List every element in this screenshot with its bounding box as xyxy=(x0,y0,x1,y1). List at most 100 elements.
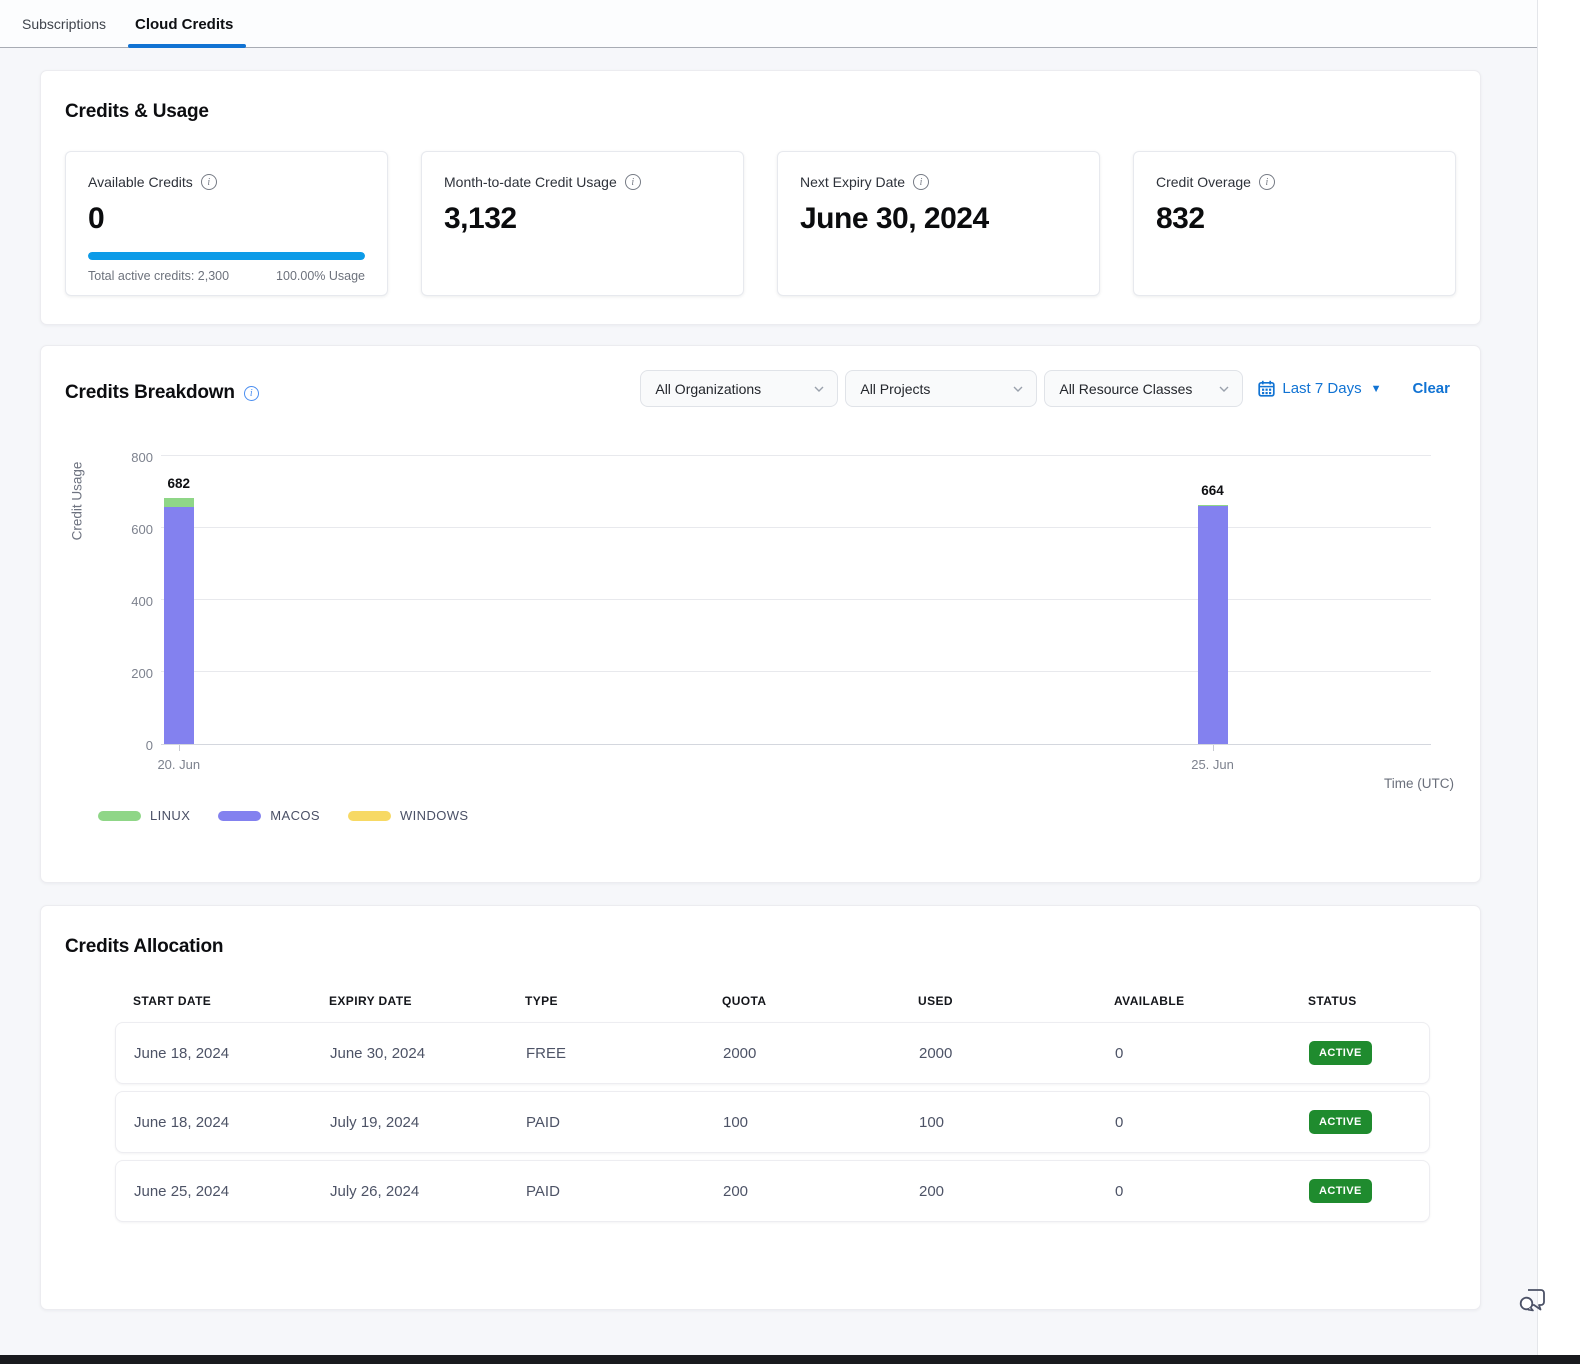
credits-progress-fill xyxy=(88,252,365,260)
gridline xyxy=(161,671,1431,672)
cell-expiry-date: July 26, 2024 xyxy=(330,1183,526,1200)
usage-percent: 100.00% Usage xyxy=(276,269,365,283)
y-tick-label: 800 xyxy=(101,450,153,465)
calendar-icon xyxy=(1258,380,1275,397)
col-status: STATUS xyxy=(1308,994,1430,1008)
credits-usage-title: Credits & Usage xyxy=(65,101,1456,123)
cell-start-date: June 25, 2024 xyxy=(134,1183,330,1200)
status-badge: ACTIVE xyxy=(1309,1041,1372,1065)
legend-swatch xyxy=(348,811,391,821)
x-tick-mark xyxy=(1213,745,1214,751)
bar-segment-linux xyxy=(164,498,194,507)
credits-usage-section: Credits & Usage Available Credits i 0 To… xyxy=(40,70,1481,325)
projects-select-value: All Projects xyxy=(860,381,930,397)
col-start-date: START DATE xyxy=(133,994,329,1008)
cell-type: FREE xyxy=(526,1045,723,1062)
stat-value: 3,132 xyxy=(444,202,721,236)
date-range-picker[interactable]: Last 7 Days ▼ xyxy=(1258,380,1381,397)
x-tick-mark xyxy=(179,745,180,751)
stat-card-next-expiry: Next Expiry Date i June 30, 2024 xyxy=(777,151,1100,296)
caret-down-icon: ▼ xyxy=(1371,383,1382,395)
info-icon[interactable]: i xyxy=(201,174,217,190)
table-row: June 25, 2024 July 26, 2024 PAID 200 200… xyxy=(115,1160,1430,1222)
legend-label: WINDOWS xyxy=(400,808,469,823)
cell-expiry-date: June 30, 2024 xyxy=(330,1045,526,1062)
resource-classes-select[interactable]: All Resource Classes xyxy=(1044,370,1243,407)
table-row: June 18, 2024 June 30, 2024 FREE 2000 20… xyxy=(115,1022,1430,1084)
credits-progress-bar xyxy=(88,252,365,260)
info-icon[interactable]: i xyxy=(625,174,641,190)
chart-x-axis-title: Time (UTC) xyxy=(1384,776,1454,791)
stat-label: Month-to-date Credit Usage xyxy=(444,174,617,190)
bar-25-jun[interactable] xyxy=(1198,505,1228,744)
gridline xyxy=(161,527,1431,528)
cell-start-date: June 18, 2024 xyxy=(134,1114,330,1131)
y-tick-label: 0 xyxy=(101,738,153,753)
bar-segment-macos xyxy=(1198,506,1228,744)
legend-item-windows[interactable]: WINDOWS xyxy=(348,808,469,823)
credits-breakdown-section: Credits Breakdown i All Organizations Al… xyxy=(40,345,1481,883)
active-tab-indicator xyxy=(128,44,246,48)
main-content-area: Subscriptions Cloud Credits Credits & Us… xyxy=(0,0,1537,1355)
cell-quota: 2000 xyxy=(723,1045,919,1062)
window-bottom-edge xyxy=(0,1355,1580,1364)
stat-card-available-credits: Available Credits i 0 Total active credi… xyxy=(65,151,388,296)
stat-value: June 30, 2024 xyxy=(800,202,1077,236)
cell-quota: 200 xyxy=(723,1183,919,1200)
organizations-select-value: All Organizations xyxy=(655,381,761,397)
status-badge: ACTIVE xyxy=(1309,1179,1372,1203)
organizations-select[interactable]: All Organizations xyxy=(640,370,838,407)
chart-plot: 68220. Jun66425. Jun xyxy=(161,457,1431,745)
stat-label: Available Credits xyxy=(88,174,193,190)
stat-value: 0 xyxy=(88,202,365,236)
credits-allocation-title: Credits Allocation xyxy=(65,936,1456,958)
stat-card-mtd-usage: Month-to-date Credit Usage i 3,132 xyxy=(421,151,744,296)
table-row: June 18, 2024 July 19, 2024 PAID 100 100… xyxy=(115,1091,1430,1153)
bar-total-label: 682 xyxy=(149,476,209,491)
col-quota: QUOTA xyxy=(722,994,918,1008)
x-tick-label: 20. Jun xyxy=(139,757,219,772)
total-active-credits: Total active credits: 2,300 xyxy=(88,269,229,283)
clear-filters-link[interactable]: Clear xyxy=(1412,380,1450,397)
stat-card-row: Available Credits i 0 Total active credi… xyxy=(65,151,1456,296)
info-icon[interactable]: i xyxy=(1259,174,1275,190)
chevron-down-icon xyxy=(1012,383,1024,395)
tab-bar: Subscriptions Cloud Credits xyxy=(0,0,1537,48)
legend-swatch xyxy=(98,811,141,821)
feedback-chat-button[interactable] xyxy=(1515,1282,1551,1318)
legend-item-macos[interactable]: MACOS xyxy=(218,808,320,823)
stat-label: Next Expiry Date xyxy=(800,174,905,190)
chevron-down-icon xyxy=(1218,383,1230,395)
right-gutter xyxy=(1537,0,1580,1355)
credits-allocation-table: START DATE EXPIRY DATE TYPE QUOTA USED A… xyxy=(115,994,1430,1222)
cell-available: 0 xyxy=(1115,1183,1309,1200)
y-tick-label: 600 xyxy=(101,522,153,537)
info-icon[interactable]: i xyxy=(244,386,259,401)
stat-label: Credit Overage xyxy=(1156,174,1251,190)
col-available: AVAILABLE xyxy=(1114,994,1308,1008)
gridline xyxy=(161,455,1431,456)
chart-y-axis-title: Credit Usage xyxy=(70,462,85,541)
cell-available: 0 xyxy=(1115,1045,1309,1062)
cell-start-date: June 18, 2024 xyxy=(134,1045,330,1062)
tab-subscriptions[interactable]: Subscriptions xyxy=(22,0,106,48)
chart-y-axis: 0200400600800 xyxy=(101,457,153,745)
tab-cloud-credits[interactable]: Cloud Credits xyxy=(135,0,233,48)
col-type: TYPE xyxy=(525,994,722,1008)
cell-used: 2000 xyxy=(919,1045,1115,1062)
y-tick-label: 200 xyxy=(101,666,153,681)
legend-swatch xyxy=(218,811,261,821)
cell-type: PAID xyxy=(526,1183,723,1200)
col-expiry-date: EXPIRY DATE xyxy=(329,994,525,1008)
chart-legend: LINUX MACOS WINDOWS xyxy=(98,808,468,823)
bar-20-jun[interactable] xyxy=(164,498,194,744)
info-icon[interactable]: i xyxy=(913,174,929,190)
credits-breakdown-title: Credits Breakdown xyxy=(65,382,235,404)
cell-quota: 100 xyxy=(723,1114,919,1131)
cell-expiry-date: July 19, 2024 xyxy=(330,1114,526,1131)
chart-filters: All Organizations All Projects All Resou… xyxy=(640,370,1456,407)
legend-item-linux[interactable]: LINUX xyxy=(98,808,190,823)
chevron-down-icon xyxy=(813,383,825,395)
projects-select[interactable]: All Projects xyxy=(845,370,1037,407)
credits-allocation-section: Credits Allocation START DATE EXPIRY DAT… xyxy=(40,905,1481,1310)
